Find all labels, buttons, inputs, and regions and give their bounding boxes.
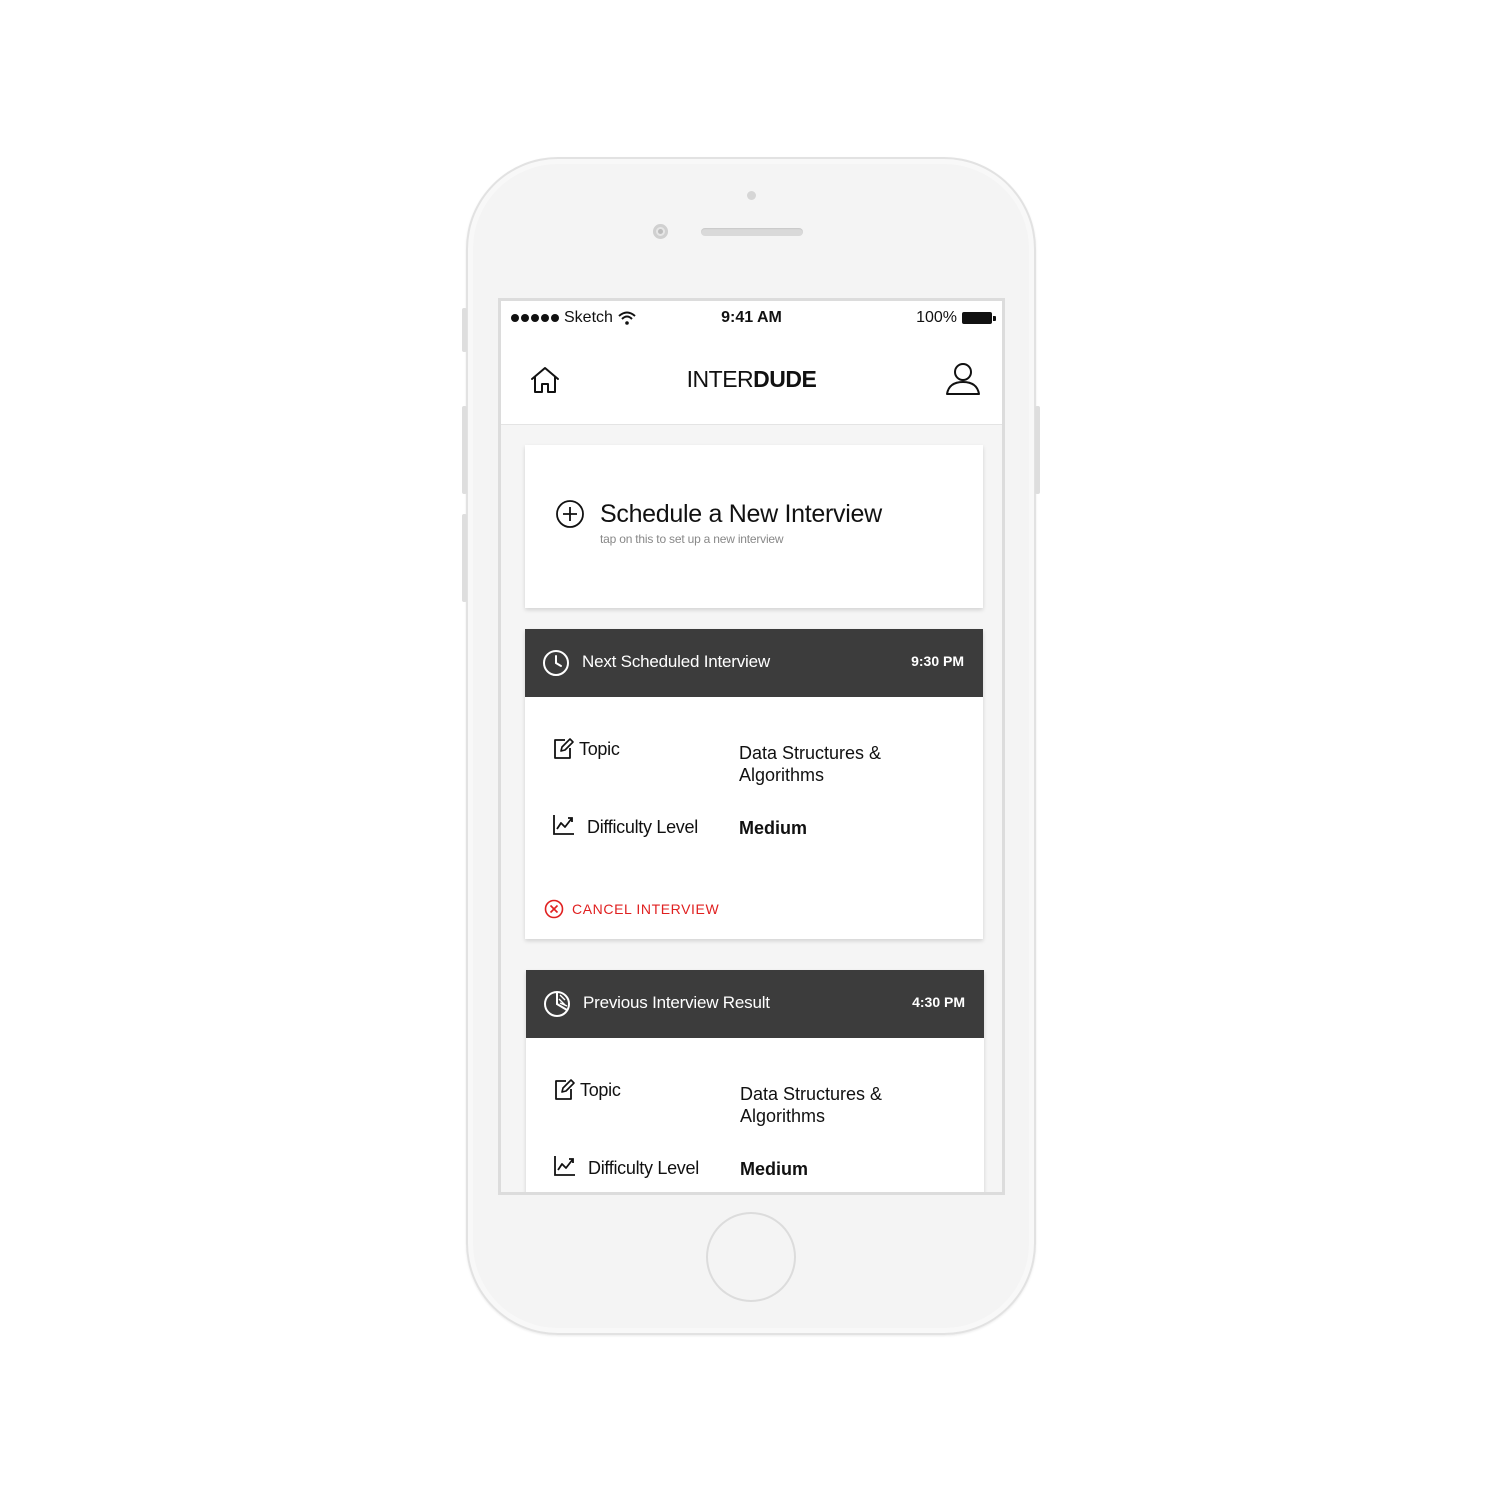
proximity-sensor [747,191,756,200]
difficulty-label: Difficulty Level [588,1158,699,1178]
user-icon[interactable] [944,360,982,398]
previous-interview-time: 4:30 PM [912,994,965,1010]
nav-bar: INTERDUDE [501,337,1002,425]
brand-light: INTER [686,366,754,392]
clock-icon [543,650,569,676]
app-screen: Sketch 9:41 AM 100% INTERDUDE Schedule a… [498,298,1005,1195]
cancel-interview-button[interactable]: CANCEL INTERVIEW [544,899,719,919]
edit-icon [554,738,574,759]
cancel-icon [544,899,564,919]
volume-down-button [462,514,467,602]
line-chart-icon [553,815,574,835]
edit-icon [555,1079,575,1100]
topic-label: Topic [579,739,620,759]
previous-interview-header: Previous Interview Result 4:30 PM [526,970,984,1038]
difficulty-value: Medium [739,818,808,838]
status-battery-group: 100% [916,309,996,327]
next-interview-header: Next Scheduled Interview 9:30 PM [525,629,983,697]
cancel-interview-label: CANCEL INTERVIEW [572,901,720,917]
topic-value: Data Structures & Algorithms [740,1084,883,1126]
mute-switch [462,308,467,352]
topic-label: Topic [580,1080,621,1100]
next-interview-card: Next Scheduled Interview 9:30 PM Topic D… [525,629,983,939]
schedule-interview-card[interactable]: Schedule a New Interview tap on this to … [525,445,983,608]
app-logo: INTERDUDE [501,366,1002,393]
battery-icon [962,312,996,324]
previous-interview-title: Previous Interview Result [583,993,770,1012]
topic-value: Data Structures & Algorithms [739,743,882,785]
front-camera [653,224,668,239]
next-interview-time: 9:30 PM [911,653,964,669]
brand-bold: DUDE [753,366,817,392]
plus-circle-icon [556,500,584,528]
status-bar: Sketch 9:41 AM 100% [501,301,1002,337]
difficulty-label: Difficulty Level [587,817,698,837]
next-interview-title: Next Scheduled Interview [582,652,770,671]
battery-percent: 100% [916,309,957,326]
pie-chart-icon [544,991,570,1017]
schedule-subtitle: tap on this to set up a new interview [600,532,784,546]
difficulty-value: Medium [740,1159,809,1179]
line-chart-icon [554,1156,575,1176]
earpiece-speaker [701,228,803,236]
home-button[interactable] [706,1212,796,1302]
schedule-title: Schedule a New Interview [600,500,882,528]
volume-up-button [462,406,467,494]
previous-interview-card[interactable]: Previous Interview Result 4:30 PM Topic … [526,970,984,1192]
power-button [1035,406,1040,494]
